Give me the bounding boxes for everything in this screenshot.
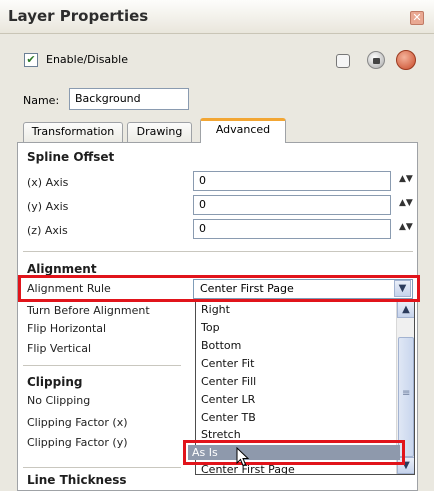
turn-before-alignment-label: Turn Before Alignment (27, 304, 150, 317)
dropdown-option[interactable]: Center LR (201, 393, 255, 406)
layer-properties-window: Layer Properties ✕ ✔ Enable/Disable Name… (0, 0, 434, 491)
alignment-heading: Alignment (27, 262, 97, 276)
alignment-rule-highlight (18, 275, 420, 302)
clipping-factor-x-label: Clipping Factor (x) (27, 416, 128, 429)
name-input[interactable]: Background (69, 88, 189, 110)
title-bar: Layer Properties ✕ (0, 0, 434, 34)
x-axis-label: (x) Axis (27, 176, 69, 189)
z-axis-input[interactable]: 0 (193, 219, 391, 239)
chevron-up-icon[interactable]: ▲ (397, 301, 414, 318)
y-axis-label: (y) Axis (27, 200, 69, 213)
as-is-option[interactable]: As Is (192, 446, 218, 459)
enable-checkbox[interactable]: ✔ (24, 53, 38, 67)
z-axis-label: (z) Axis (27, 224, 68, 237)
lock-icon[interactable] (367, 51, 385, 69)
dropdown-option[interactable]: Top (201, 321, 220, 334)
layer-color-icon[interactable] (396, 50, 416, 70)
dropdown-option[interactable]: Center Fit (201, 357, 254, 370)
section-divider (23, 251, 413, 252)
scrollbar-thumb[interactable] (398, 337, 414, 457)
window-title: Layer Properties (8, 7, 149, 25)
name-label: Name: (23, 94, 60, 107)
x-axis-spinner[interactable]: ▲▼ (399, 175, 413, 184)
cursor-icon (236, 447, 250, 467)
enable-label: Enable/Disable (46, 53, 128, 66)
clipping-factor-y-label: Clipping Factor (y) (27, 436, 128, 449)
z-axis-spinner[interactable]: ▲▼ (399, 223, 413, 232)
line-thickness-heading: Line Thickness (27, 473, 127, 487)
flip-horizontal-label: Flip Horizontal (27, 322, 107, 335)
selected-option-background (188, 445, 400, 460)
section-divider (23, 467, 181, 468)
no-clipping-label: No Clipping (27, 394, 91, 407)
clipping-heading: Clipping (27, 375, 83, 389)
section-divider (23, 365, 181, 366)
as-is-option-highlight[interactable]: As Is (183, 440, 405, 465)
y-axis-input[interactable]: 0 (193, 195, 391, 215)
tab-transformation[interactable]: Transformation (23, 122, 123, 142)
dropdown-option[interactable]: Center TB (201, 411, 256, 424)
lock-checkbox[interactable] (336, 54, 350, 68)
tab-drawing[interactable]: Drawing (127, 122, 192, 142)
dropdown-option[interactable]: Right (201, 303, 230, 316)
tab-advanced[interactable]: Advanced (200, 118, 286, 143)
y-axis-spinner[interactable]: ▲▼ (399, 199, 413, 208)
x-axis-input[interactable]: 0 (193, 171, 391, 191)
enable-row: ✔ Enable/Disable (0, 34, 434, 84)
close-button[interactable]: ✕ (410, 11, 424, 25)
dropdown-option[interactable]: Bottom (201, 339, 241, 352)
spline-offset-heading: Spline Offset (27, 150, 115, 164)
dropdown-option[interactable]: Center Fill (201, 375, 256, 388)
flip-vertical-label: Flip Vertical (27, 342, 92, 355)
